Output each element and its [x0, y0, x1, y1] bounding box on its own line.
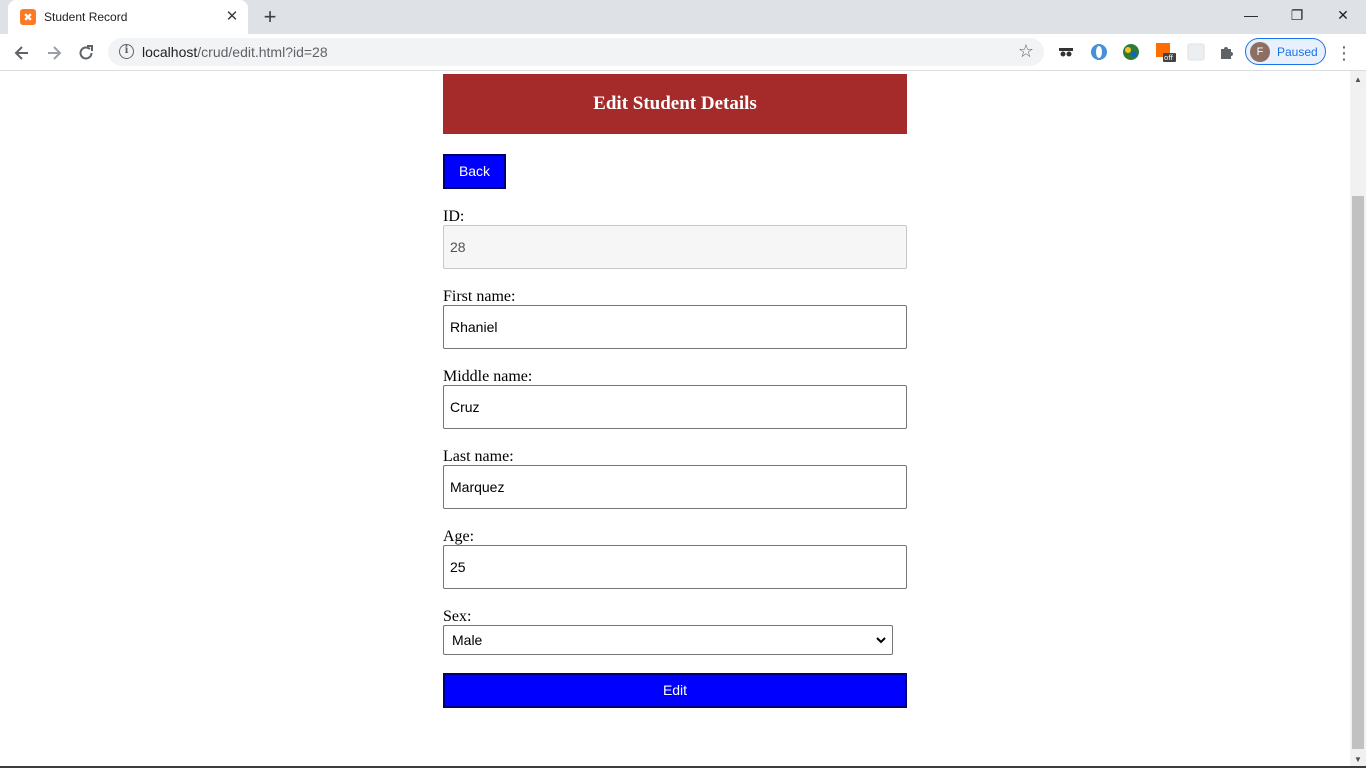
address-bar[interactable]: i localhost/crud/edit.html?id=28 ☆ [108, 38, 1044, 66]
profile-status: Paused [1277, 45, 1318, 59]
id-field[interactable]: 28 [443, 225, 907, 269]
reload-icon[interactable] [73, 40, 99, 66]
new-tab-button[interactable]: + [258, 5, 282, 29]
svg-text:off: off [1164, 54, 1173, 62]
opera-extension-icon[interactable] [1089, 42, 1109, 62]
url-text: localhost/crud/edit.html?id=28 [142, 44, 328, 60]
last-name-label: Last name: [443, 448, 514, 465]
restore-button[interactable]: ❐ [1274, 0, 1320, 30]
sex-label: Sex: [443, 608, 472, 625]
star-icon[interactable]: ☆ [1016, 41, 1036, 61]
last-name-field[interactable]: Marquez [443, 465, 907, 509]
first-name-field[interactable]: Rhaniel [443, 305, 907, 349]
page-scrollbar[interactable]: ▲ ▼ [1350, 71, 1366, 768]
back-arrow-icon[interactable] [9, 40, 35, 66]
kebab-menu-icon[interactable]: ⋮ [1334, 40, 1354, 66]
id-label: ID: [443, 208, 465, 225]
info-icon[interactable]: i [119, 44, 134, 59]
age-field[interactable]: 25 [443, 545, 907, 589]
scroll-up-icon[interactable]: ▲ [1350, 71, 1366, 88]
tab-title: Student Record [44, 10, 128, 24]
edit-submit-button[interactable]: Edit [443, 673, 907, 708]
page-viewport: Edit Student Details Back ID: 28 First n… [0, 71, 1350, 768]
tab-close-icon[interactable]: ✕ [224, 9, 240, 25]
age-label: Age: [443, 528, 475, 545]
page-title: Edit Student Details [443, 74, 907, 134]
puzzle-icon[interactable] [1217, 42, 1237, 62]
chevron-down-icon [875, 634, 887, 646]
scroll-thumb[interactable] [1352, 196, 1364, 749]
back-button[interactable]: Back [443, 154, 506, 189]
off-extension-icon[interactable]: off [1155, 42, 1176, 62]
avatar: F [1250, 42, 1270, 62]
xampp-favicon-icon: ✖ [20, 9, 36, 25]
minimize-button[interactable]: — [1228, 0, 1274, 30]
close-window-button[interactable]: ✕ [1320, 0, 1366, 30]
sex-selected-value: Male [452, 632, 483, 648]
sex-select[interactable]: Male [443, 625, 893, 655]
browser-toolbar: i localhost/crud/edit.html?id=28 ☆ off F… [0, 34, 1366, 71]
globe-extension-icon[interactable] [1121, 42, 1141, 62]
middle-name-field[interactable]: Cruz [443, 385, 907, 429]
forward-arrow-icon[interactable] [41, 40, 67, 66]
url-host: localhost [142, 44, 198, 60]
browser-tab-bar: ✖ Student Record ✕ + — ❐ ✕ [0, 0, 1366, 34]
url-path: /crud/edit.html?id=28 [197, 44, 328, 60]
middle-name-label: Middle name: [443, 368, 533, 385]
blank-extension-icon[interactable] [1186, 42, 1206, 62]
browser-tab[interactable]: ✖ Student Record ✕ [8, 0, 248, 34]
first-name-label: First name: [443, 288, 516, 305]
incognito-extension-icon[interactable] [1056, 42, 1076, 62]
profile-button[interactable]: F Paused [1245, 38, 1326, 65]
